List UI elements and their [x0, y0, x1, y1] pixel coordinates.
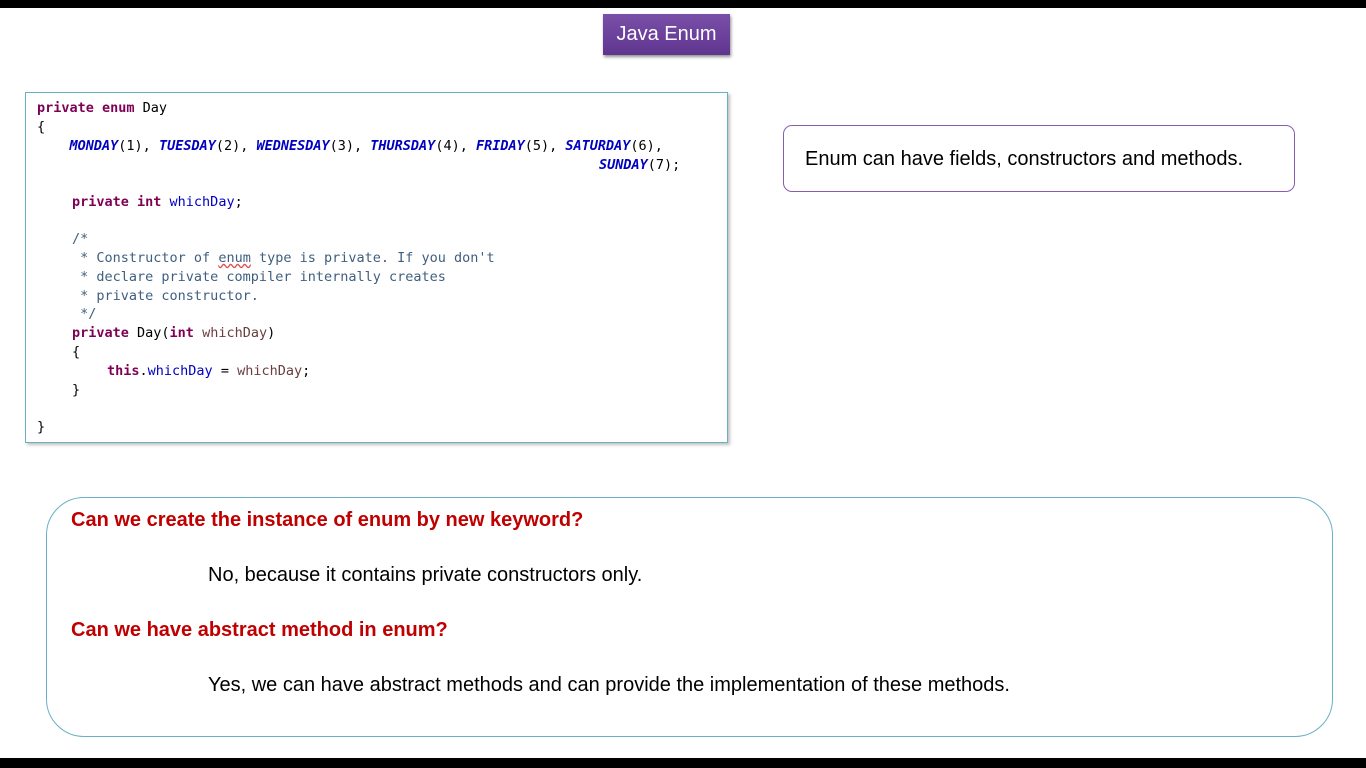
qa-panel: Can we create the instance of enum by ne… [46, 497, 1333, 737]
code-keyword: private [72, 325, 129, 341]
code-line: MONDAY(1), TUESDAY(2), WEDNESDAY(3), THU… [69, 138, 663, 154]
code-keyword: this [107, 363, 140, 379]
note-text: Enum can have fields, constructors and m… [805, 148, 1244, 170]
enum-constant: TUESDAY [158, 138, 216, 154]
enum-constant: FRIDAY [475, 138, 525, 154]
code-comment: * Constructor of enum type is private. I… [72, 250, 495, 266]
answer-1: No, because it contains private construc… [208, 564, 643, 586]
enum-constant: SUNDAY [599, 157, 648, 173]
enum-constant: THURSDAY [370, 138, 436, 154]
code-comment: * private constructor. [72, 288, 259, 304]
code-snippet: private enum Day { MONDAY(1), TUESDAY(2)… [25, 92, 728, 443]
code-param: whichDay [193, 325, 268, 341]
question-2: Can we have abstract method in enum? [71, 619, 448, 641]
code-param: whichDay [237, 363, 303, 379]
answer-2: Yes, we can have abstract methods and ca… [208, 674, 1010, 696]
slide-title: Java Enum [603, 14, 730, 55]
code-line: { [72, 344, 81, 360]
code-comment: /* [72, 231, 89, 247]
code-comment: */ [72, 306, 97, 322]
code-field: whichDay [147, 363, 213, 379]
code-line: private int whichDay; [72, 194, 243, 210]
top-border-bar [0, 0, 1366, 8]
code-line: SUNDAY(7); [599, 157, 681, 173]
code-keyword: int [169, 325, 194, 341]
code-line: private Day(int whichDay) [72, 325, 276, 341]
code-line: { [37, 119, 46, 135]
enum-constant: SATURDAY [565, 138, 631, 154]
question-1: Can we create the instance of enum by ne… [71, 509, 584, 531]
code-keyword: private int [72, 194, 162, 210]
enum-constant: MONDAY [69, 138, 119, 154]
code-comment: * declare private compiler internally cr… [72, 269, 446, 285]
code-field: whichDay [169, 194, 235, 210]
code-text: Day [134, 100, 168, 116]
enum-constant: WEDNESDAY [256, 138, 330, 154]
code-line: private enum Day [37, 99, 167, 117]
spellcheck-underline: enum [218, 250, 251, 266]
bottom-border-bar [0, 758, 1366, 768]
code-keyword: private enum [37, 100, 135, 116]
code-line: } [37, 419, 46, 435]
code-line: } [72, 382, 81, 398]
code-line: this.whichDay = whichDay; [107, 363, 311, 379]
note-callout: Enum can have fields, constructors and m… [783, 125, 1295, 192]
